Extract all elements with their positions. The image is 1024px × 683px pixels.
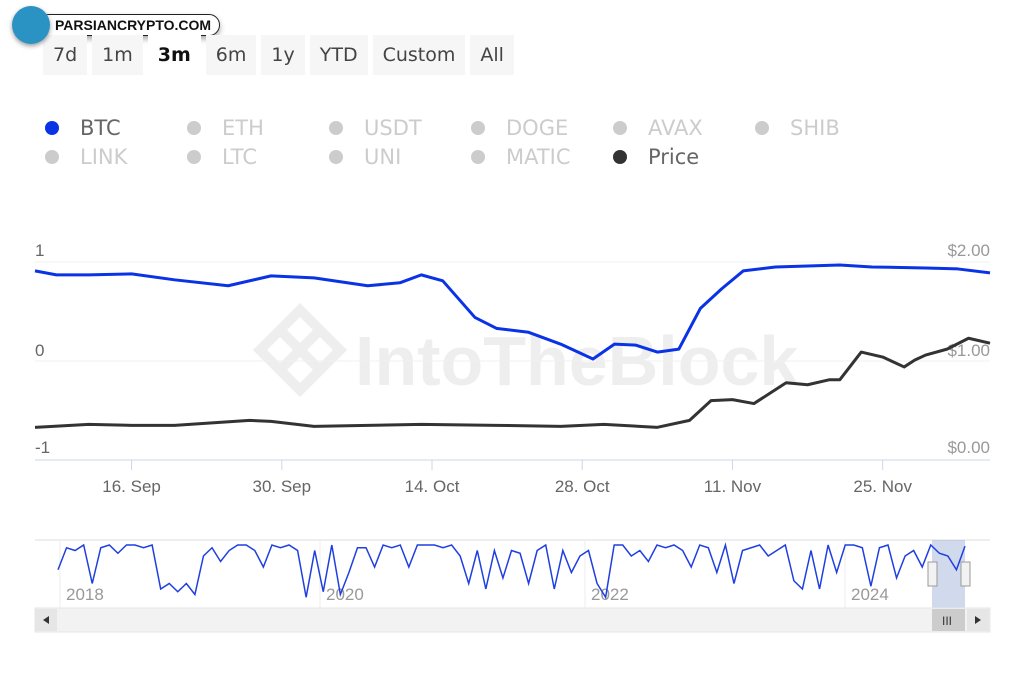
range-button-3m[interactable]: 3m bbox=[147, 35, 201, 75]
legend-label: ETH bbox=[222, 115, 264, 140]
arrow-right-icon bbox=[975, 616, 981, 624]
x-tick-label: 30. Sep bbox=[252, 477, 311, 496]
arrow-left-icon bbox=[43, 616, 49, 624]
legend-dot-icon bbox=[755, 120, 769, 135]
y-right-tick: $1.00 bbox=[947, 341, 990, 360]
y-left-tick: 0 bbox=[35, 341, 44, 360]
navigator-handle[interactable] bbox=[960, 561, 971, 587]
legend-dot-icon bbox=[45, 149, 59, 164]
navigator-series-line bbox=[57, 542, 966, 600]
legend-item-shib[interactable]: SHIB bbox=[755, 115, 897, 140]
legend-dot-icon bbox=[187, 120, 201, 135]
navigator-year-label: 2018 bbox=[66, 585, 104, 604]
legend-label: MATIC bbox=[506, 144, 571, 169]
tree-logo-icon bbox=[12, 6, 50, 44]
legend-label: AVAX bbox=[648, 115, 703, 140]
legend-dot-icon bbox=[187, 149, 201, 164]
navigator bbox=[35, 540, 990, 608]
legend-item-avax[interactable]: AVAX bbox=[613, 115, 755, 140]
main-chart: IntoTheBlock 1 0 -1 $2.00 $1.00 $0.00 16. Sep 30… bbox=[34, 241, 991, 633]
x-tick-label: 11. Nov bbox=[704, 477, 762, 496]
legend-item-eth[interactable]: ETH bbox=[187, 115, 329, 140]
scrollbar-track[interactable] bbox=[34, 607, 991, 633]
range-selector: 7d 1m 3m 6m 1y YTD Custom All bbox=[43, 35, 514, 75]
y-left-tick: -1 bbox=[35, 438, 50, 457]
legend-dot-icon bbox=[613, 149, 627, 164]
navigator-handle[interactable] bbox=[927, 561, 938, 587]
legend-dot-icon bbox=[329, 149, 343, 164]
x-tick-label: 25. Nov bbox=[853, 477, 912, 496]
x-tick-label: 14. Oct bbox=[405, 477, 460, 496]
range-button-all[interactable]: All bbox=[470, 35, 514, 75]
legend-label: SHIB bbox=[790, 115, 840, 140]
legend-item-link[interactable]: LINK bbox=[45, 144, 187, 169]
scroll-right-button[interactable] bbox=[967, 609, 989, 631]
legend-label: Price bbox=[648, 144, 700, 169]
navigator-year-label: 2020 bbox=[326, 585, 364, 604]
range-button-7d[interactable]: 7d bbox=[43, 35, 88, 75]
legend-item-uni[interactable]: UNI bbox=[329, 144, 471, 169]
legend-item-price[interactable]: Price bbox=[613, 144, 755, 169]
y-left-tick: 1 bbox=[35, 241, 44, 260]
legend-dot-icon bbox=[613, 120, 627, 135]
legend-label: LTC bbox=[222, 144, 258, 169]
legend-item-btc[interactable]: BTC bbox=[45, 115, 187, 140]
scroll-left-button[interactable] bbox=[35, 609, 57, 631]
legend-item-usdt[interactable]: USDT bbox=[329, 115, 471, 140]
chart-legend: BTC ETH USDT DOGE AVAX SHIB LINK LTC UNI MATIC Pri… bbox=[45, 115, 897, 169]
x-tick-label: 28. Oct bbox=[555, 477, 610, 496]
range-button-custom[interactable]: Custom bbox=[372, 35, 466, 75]
legend-item-ltc[interactable]: LTC bbox=[187, 144, 329, 169]
range-button-1y[interactable]: 1y bbox=[261, 35, 305, 75]
legend-label: UNI bbox=[364, 144, 402, 169]
intotheblock-logo-icon bbox=[252, 302, 348, 398]
series-line-btc bbox=[34, 263, 991, 361]
navigator-year-label: 2024 bbox=[851, 585, 889, 604]
y-right-tick: $2.00 bbox=[947, 241, 990, 260]
navigator-year-label: 2022 bbox=[591, 585, 629, 604]
legend-dot-icon bbox=[471, 149, 485, 164]
scrollbar-thumb[interactable] bbox=[932, 609, 965, 631]
chart-watermark: IntoTheBlock bbox=[355, 322, 798, 400]
range-button-ytd[interactable]: YTD bbox=[309, 35, 368, 75]
series-line-price bbox=[34, 336, 991, 429]
legend-dot-icon bbox=[45, 120, 59, 135]
logo-text: PARSIANCRYPTO.COM bbox=[38, 14, 221, 36]
navigator-selection bbox=[932, 540, 965, 608]
legend-dot-icon bbox=[329, 120, 343, 135]
y-right-tick: $0.00 bbox=[947, 438, 990, 457]
legend-item-matic[interactable]: MATIC bbox=[471, 144, 613, 169]
legend-item-doge[interactable]: DOGE bbox=[471, 115, 613, 140]
range-button-1m[interactable]: 1m bbox=[92, 35, 143, 75]
legend-label: BTC bbox=[80, 115, 121, 140]
legend-label: DOGE bbox=[506, 115, 569, 140]
range-button-6m[interactable]: 6m bbox=[205, 35, 257, 75]
legend-label: USDT bbox=[364, 115, 422, 140]
scrollbar-grip-icon: III bbox=[942, 614, 952, 628]
legend-label: LINK bbox=[80, 144, 128, 169]
legend-dot-icon bbox=[471, 120, 485, 135]
x-tick-label: 16. Sep bbox=[102, 477, 161, 496]
